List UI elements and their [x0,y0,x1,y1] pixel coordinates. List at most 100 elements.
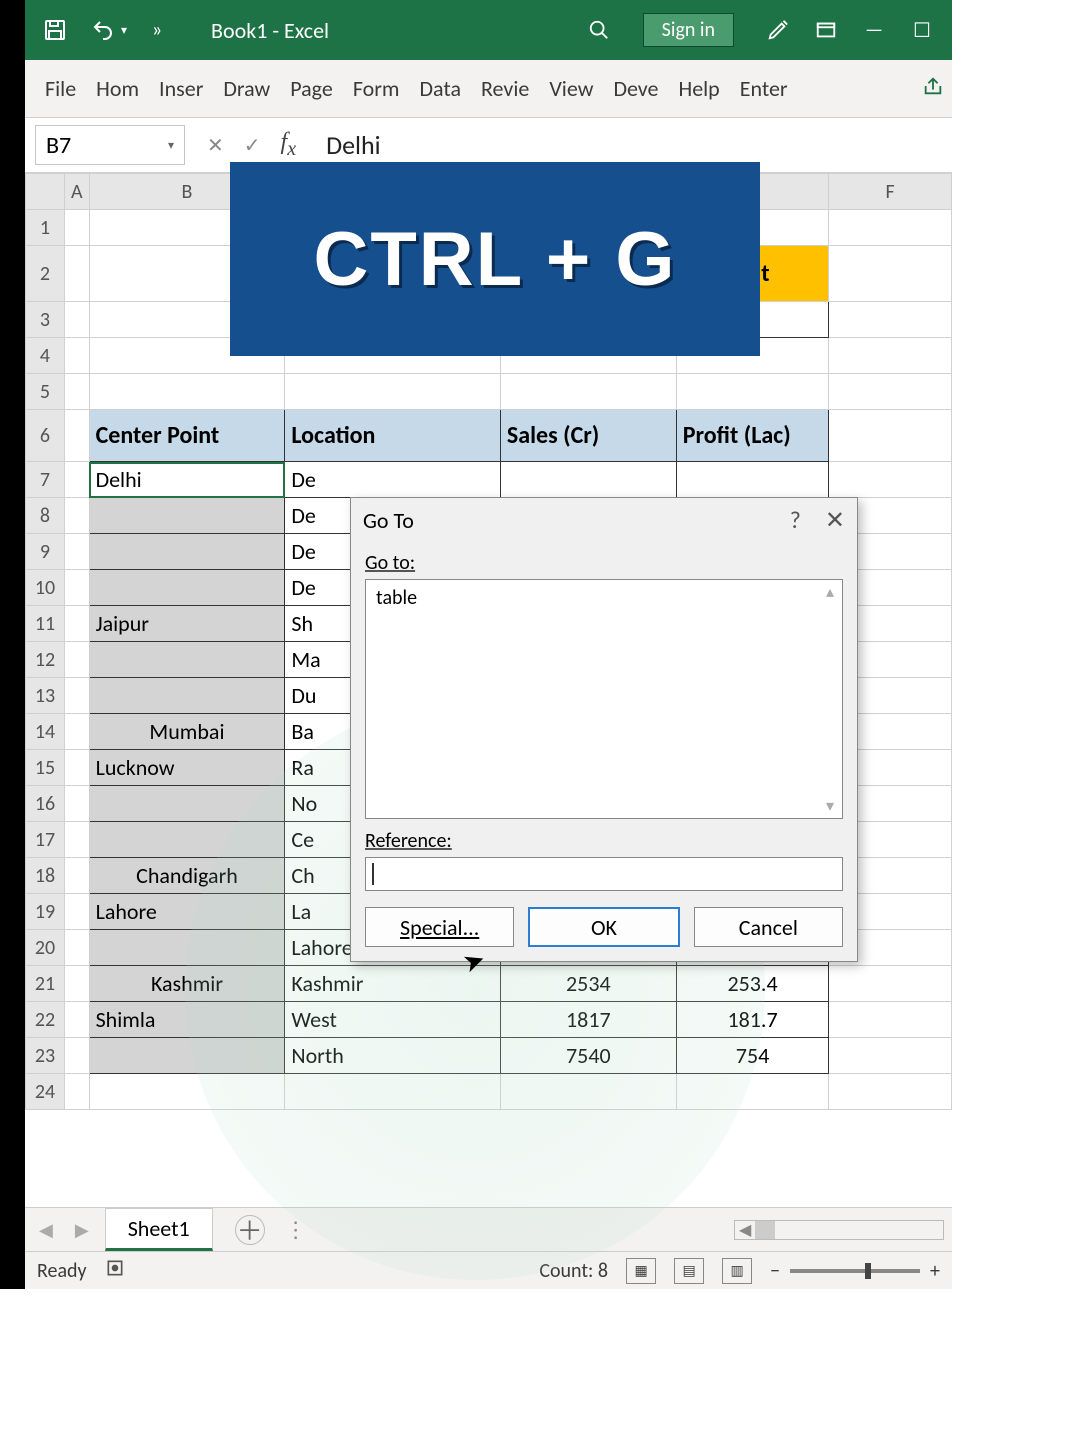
chevron-down-icon[interactable]: ▾ [168,138,174,153]
row-header[interactable]: 19 [26,894,65,930]
ribbon-tab[interactable]: File [35,60,86,117]
row-header[interactable]: 4 [26,338,65,374]
row-header[interactable]: 17 [26,822,65,858]
goto-listbox[interactable]: table ▴ ▾ [365,579,843,819]
page-break-view-icon[interactable]: ▥ [722,1258,752,1284]
cell[interactable]: Mumbai [89,714,285,750]
cell[interactable]: West [285,1002,501,1038]
sheet-tab[interactable]: Sheet1 [105,1208,213,1251]
sign-in-button[interactable]: Sign in [643,13,734,47]
row-header[interactable]: 6 [26,410,65,462]
search-icon[interactable] [579,10,619,50]
row-header[interactable]: 24 [26,1074,65,1110]
maximize-icon[interactable]: ☐ [902,10,942,50]
ribbon-tab[interactable]: Form [343,60,410,117]
cell[interactable] [89,534,285,570]
row-header[interactable]: 12 [26,642,65,678]
goto-list-item[interactable]: table [376,586,417,610]
ribbon-tab[interactable]: Deve [603,60,668,117]
table-header-sales[interactable]: Sales (Cr) [500,410,676,462]
select-all-corner[interactable] [26,174,65,210]
save-icon[interactable] [35,10,75,50]
cell[interactable]: 253.4 [676,966,829,1002]
ribbon-tab[interactable]: Enter [730,60,798,117]
row-header[interactable]: 5 [26,374,65,410]
cell[interactable]: Jaipur [89,606,285,642]
cell[interactable]: Chandigarh [89,858,285,894]
horizontal-scrollbar[interactable]: ◀ [734,1220,944,1240]
add-sheet-icon[interactable]: ＋ [235,1215,265,1245]
row-header[interactable]: 9 [26,534,65,570]
cell[interactable]: 181.7 [676,1002,829,1038]
cell[interactable] [89,1038,285,1074]
ribbon-tab[interactable]: View [539,60,603,117]
col-header[interactable]: F [829,174,952,210]
col-header[interactable]: A [65,174,90,210]
row-header[interactable]: 3 [26,302,65,338]
row-header[interactable]: 15 [26,750,65,786]
cell[interactable]: 1817 [500,1002,676,1038]
more-commands-icon[interactable]: » [137,10,177,50]
macro-record-icon[interactable] [105,1258,125,1284]
zoom-control[interactable]: − + [770,1259,940,1283]
row-header[interactable]: 18 [26,858,65,894]
row-header[interactable]: 11 [26,606,65,642]
ribbon-tab[interactable]: Help [668,60,729,117]
ribbon-tab[interactable]: Draw [213,60,280,117]
ribbon-tab[interactable]: Data [409,60,471,117]
minimize-icon[interactable]: — [854,10,894,50]
cell[interactable] [89,786,285,822]
formula-bar-value[interactable]: Delhi [326,129,381,161]
fx-icon[interactable]: fx [281,129,297,161]
row-header[interactable]: 7 [26,462,65,498]
scroll-up-icon[interactable]: ▴ [820,582,840,602]
scroll-down-icon[interactable]: ▾ [820,796,840,816]
reference-input[interactable] [365,857,843,891]
cell[interactable]: Shimla [89,1002,285,1038]
sheet-nav-next-icon[interactable]: ▶ [69,1219,95,1241]
undo-dropdown-icon[interactable]: ▾ [121,23,127,38]
table-header-center[interactable]: Center Point [89,410,285,462]
name-box[interactable]: B7 ▾ [35,125,185,165]
ribbon-tab[interactable]: Hom [86,60,149,117]
normal-view-icon[interactable]: ▦ [626,1258,656,1284]
cancel-button[interactable]: Cancel [694,907,843,947]
ribbon-tab[interactable]: Inser [149,60,213,117]
row-header[interactable]: 1 [26,210,65,246]
row-header[interactable]: 10 [26,570,65,606]
row-header[interactable]: 16 [26,786,65,822]
row-header[interactable]: 13 [26,678,65,714]
zoom-slider[interactable] [790,1269,920,1273]
ok-button[interactable]: OK [528,907,679,947]
table-header-location[interactable]: Location [285,410,501,462]
row-header[interactable]: 20 [26,930,65,966]
cell[interactable] [89,678,285,714]
zoom-out-icon[interactable]: − [770,1259,780,1283]
special-button[interactable]: Special... [365,907,514,947]
cell[interactable] [89,822,285,858]
undo-icon[interactable] [83,10,123,50]
cell[interactable]: North [285,1038,501,1074]
cell[interactable]: Lucknow [89,750,285,786]
row-header[interactable]: 23 [26,1038,65,1074]
row-header[interactable]: 2 [26,246,65,302]
cell[interactable]: De [285,462,501,498]
cell[interactable] [89,642,285,678]
sheet-menu-icon[interactable]: ⋮ [285,1216,307,1243]
cell[interactable] [89,930,285,966]
row-header[interactable]: 14 [26,714,65,750]
cell[interactable] [89,570,285,606]
cell[interactable]: 7540 [500,1038,676,1074]
enter-formula-icon[interactable]: ✓ [244,133,261,158]
cancel-formula-icon[interactable]: ✕ [207,133,224,158]
cell[interactable] [89,498,285,534]
table-header-profit[interactable]: Profit (Lac) [676,410,829,462]
sheet-nav-prev-icon[interactable]: ◀ [33,1219,59,1241]
row-header[interactable]: 21 [26,966,65,1002]
row-header[interactable]: 22 [26,1002,65,1038]
cell[interactable]: Kashmir [89,966,285,1002]
ribbon-tab[interactable]: Page [280,60,343,117]
page-layout-view-icon[interactable]: ▤ [674,1258,704,1284]
zoom-in-icon[interactable]: + [930,1259,940,1283]
ribbon-tab[interactable]: Revie [471,60,539,117]
